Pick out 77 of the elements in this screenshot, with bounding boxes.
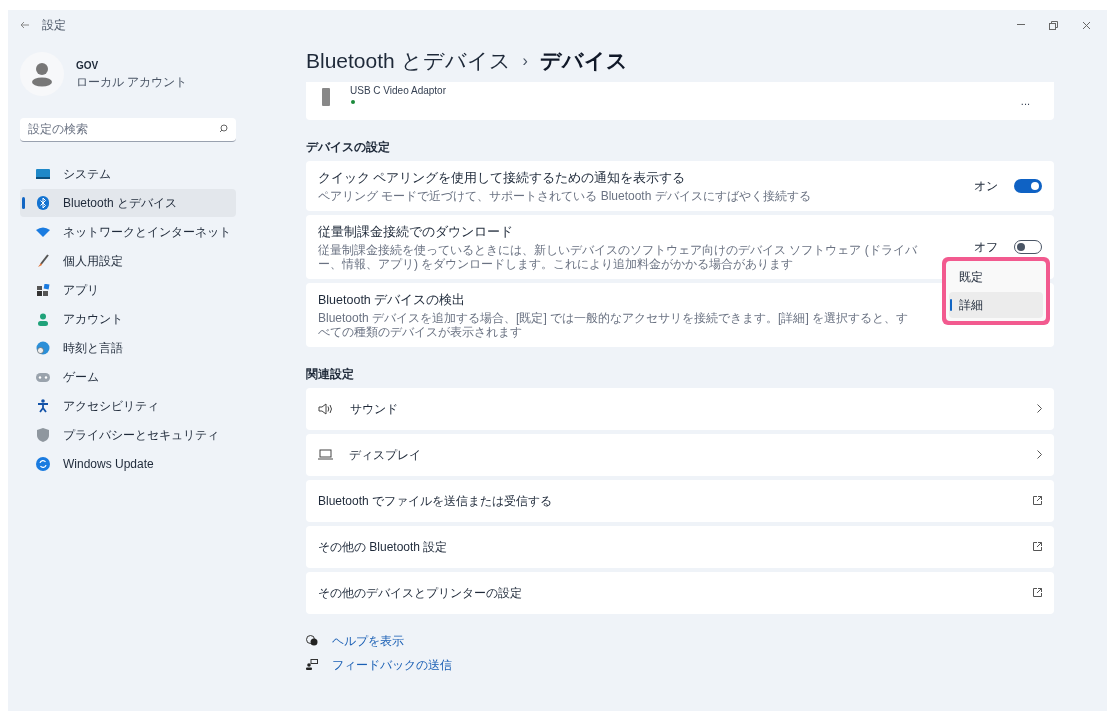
nav-item[interactable]: 個人用設定 xyxy=(20,247,236,275)
link-card-label: その他の Bluetooth 設定 xyxy=(318,538,448,556)
nav-item[interactable]: ネットワークとインターネット xyxy=(20,218,236,246)
avatar-icon[interactable] xyxy=(20,52,64,96)
device-icon xyxy=(322,88,330,106)
feedback-icon xyxy=(306,659,318,670)
link-card-label: その他のデバイスとプリンターの設定 xyxy=(318,584,522,602)
external-link-icon xyxy=(1033,542,1042,551)
nav-item[interactable]: ゲーム xyxy=(20,363,236,391)
bluetooth-icon xyxy=(37,196,49,210)
chevron-right-icon xyxy=(1037,404,1042,413)
external-link-icon xyxy=(1033,588,1042,597)
globe-clock-icon xyxy=(36,341,50,355)
search-field[interactable]: 設定の検索 xyxy=(20,117,236,142)
nav-item[interactable]: Bluetooth とデバイス xyxy=(20,189,236,217)
settings-link-card[interactable]: Bluetooth でファイルを送信または受信する xyxy=(306,479,1054,522)
link-card-label: ディスプレイ xyxy=(349,446,421,464)
more-button[interactable]: ... xyxy=(1012,92,1038,110)
accessibility-icon xyxy=(37,399,49,413)
nav-item[interactable]: アクセシビリティ xyxy=(20,392,236,420)
shield-icon xyxy=(37,428,49,442)
search-icon xyxy=(219,124,228,133)
close-icon[interactable] xyxy=(1082,20,1091,30)
breadcrumb-parent[interactable]: Bluetooth とデバイス xyxy=(306,45,511,77)
setting-description: ペアリング モードで近づけて、サポートされている Bluetooth デバイスにすばやく接続する xyxy=(318,188,811,203)
setting-title: 従量制課金接続でのダウンロード xyxy=(318,224,513,241)
nav-item[interactable]: アプリ xyxy=(20,276,236,304)
person-icon xyxy=(37,312,49,326)
monitor-icon xyxy=(36,168,50,180)
page-title: デバイス xyxy=(539,48,628,75)
setting-description: Bluetooth デバイスを追加する場合、[既定] では一般的なアクセサリを接続できます。[詳細] を選択すると、すべての種類のデバイスが表示されます xyxy=(318,310,910,339)
setting-title: Bluetooth デバイスの検出 xyxy=(318,291,466,309)
nav-item[interactable]: システム xyxy=(20,160,236,188)
help-link[interactable]: フィードバックの送信 xyxy=(332,655,452,674)
toggle-state-label: オフ xyxy=(974,238,998,256)
external-link-icon xyxy=(1033,496,1042,505)
nav-item[interactable]: Windows Update xyxy=(20,450,236,478)
maximize-icon[interactable] xyxy=(1049,20,1058,30)
nav-item[interactable]: アカウント xyxy=(20,305,236,333)
dropdown-option[interactable]: 詳細 xyxy=(949,291,1043,318)
wifi-icon xyxy=(36,227,50,237)
toggle-switch[interactable] xyxy=(1014,179,1042,193)
help-link[interactable]: ヘルプを表示 xyxy=(332,631,404,650)
brush-icon xyxy=(37,254,49,268)
setting-description: 従量制課金接続を使っているときには、新しいデバイスのソフトウェア向けのデバイス ソフトウェア (ドライバー、情報、アプリ) をダウンロードします。これにより追加料金がかかる場合があります xyxy=(318,242,918,271)
update-icon xyxy=(36,457,50,471)
settings-link-card[interactable]: その他のデバイスとプリンターの設定 xyxy=(306,571,1054,614)
settings-link-card[interactable]: ディスプレイ xyxy=(306,433,1054,476)
apps-icon xyxy=(36,284,50,296)
section-heading: デバイスの設定 xyxy=(306,139,390,156)
back-arrow-icon[interactable] xyxy=(20,21,30,29)
device-card[interactable]: USB C Video Adaptor ... xyxy=(306,82,1054,120)
account-type: ローカル アカウント xyxy=(76,73,188,91)
dropdown-option[interactable]: 既定 xyxy=(949,263,1043,290)
laptop-icon xyxy=(318,449,333,460)
chevron-right-icon xyxy=(1037,450,1042,459)
toggle-switch[interactable] xyxy=(1014,239,1042,254)
nav-item[interactable]: 時刻と言語 xyxy=(20,334,236,362)
window-title: 設定 xyxy=(42,17,66,34)
selection-indicator xyxy=(22,197,25,209)
help-icon xyxy=(306,635,318,646)
settings-link-card[interactable]: その他の Bluetooth 設定 xyxy=(306,525,1054,568)
link-card-label: Bluetooth でファイルを送信または受信する xyxy=(318,492,553,510)
selection-indicator xyxy=(950,298,952,311)
gamepad-icon xyxy=(36,372,50,382)
settings-link-card[interactable]: サウンド xyxy=(306,387,1054,430)
link-card-label: サウンド xyxy=(350,400,398,418)
device-name: USB C Video Adaptor xyxy=(350,84,447,97)
breadcrumb-separator: › xyxy=(522,51,528,71)
minimize-icon[interactable] xyxy=(1017,24,1025,26)
setting-title: クイック ペアリングを使用して接続するための通知を表示する xyxy=(318,170,686,188)
nav-item[interactable]: プライバシーとセキュリティ xyxy=(20,421,236,449)
section-heading: 関連設定 xyxy=(306,365,354,383)
user-name: GOV xyxy=(76,58,100,73)
toggle-state-label: オン xyxy=(974,178,998,195)
speaker-icon xyxy=(318,402,334,415)
status-dot-icon xyxy=(351,99,355,104)
